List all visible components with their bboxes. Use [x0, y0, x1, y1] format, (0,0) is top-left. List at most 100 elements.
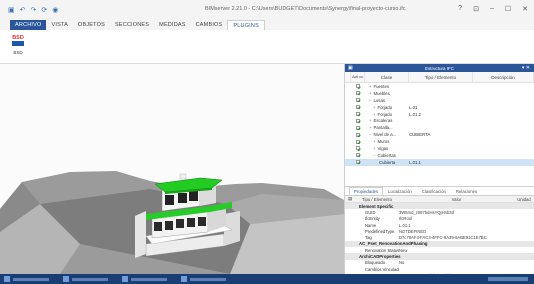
tree-row[interactable]: Cubierta L.01.1: [345, 158, 534, 166]
expand-toggle-icon[interactable]: +: [369, 118, 372, 123]
properties-tabs: Propiedades Localización Clasificación R…: [345, 187, 534, 196]
visibility-checkbox[interactable]: [351, 153, 365, 158]
tab-propiedades[interactable]: Propiedades: [349, 187, 384, 195]
expand-toggle-icon[interactable]: +: [373, 146, 376, 151]
site-wall-left: [135, 211, 146, 258]
expand-toggle-icon[interactable]: +: [369, 125, 372, 130]
property-name: Name: [365, 222, 377, 228]
visibility-checkbox[interactable]: [351, 105, 365, 110]
panel-menu-icon[interactable]: ▣: [348, 65, 353, 71]
visibility-checkbox[interactable]: [351, 146, 365, 151]
window-title: BIMserver 2.21.0 - C:\Users\BUDGET\Docum…: [205, 6, 406, 12]
minimize-button[interactable]: –: [490, 5, 494, 13]
expand-toggle-icon[interactable]: +: [373, 139, 376, 144]
tab-vista[interactable]: VISTA: [46, 20, 73, 30]
tree-row[interactable]: + Forjado L.01.2: [345, 111, 534, 118]
help-button[interactable]: ?: [458, 5, 462, 13]
tree-list[interactable]: + Fuentes + Muebles − Losas + Forjado L.01 + Forja…: [345, 83, 534, 187]
tab-clasificacion[interactable]: Clasificación: [417, 187, 451, 195]
panel-pin-icon[interactable]: ▾ ✕: [522, 65, 530, 71]
property-row[interactable]: Renovation Status New: [345, 247, 534, 253]
property-row[interactable]: GUID 3W5md_z087bdHsYQjHnb3d: [345, 209, 534, 215]
maximize-button[interactable]: ☐: [505, 5, 511, 13]
expand-toggle-icon[interactable]: −: [369, 98, 372, 103]
visibility-checkbox[interactable]: [351, 98, 365, 103]
column-header-descripcion[interactable]: Descripción: [473, 72, 534, 82]
visibility-checkbox[interactable]: [351, 160, 365, 165]
expand-toggle-icon[interactable]: +: [373, 112, 376, 117]
visibility-checkbox[interactable]: [351, 118, 365, 123]
property-row[interactable]: Bloqueado No: [345, 260, 534, 266]
tab-archivo[interactable]: ARCHIVO: [10, 20, 47, 30]
taskbar-item[interactable]: [181, 276, 226, 282]
expand-toggle-icon[interactable]: +: [373, 105, 376, 110]
taskbar-item[interactable]: [4, 276, 49, 282]
bsd-button[interactable]: BSD BSD: [8, 33, 28, 55]
tree-row[interactable]: + Muebles: [345, 90, 534, 97]
row-clase: + Forjado: [373, 111, 393, 117]
property-row[interactable]: IfcEntity IfcRoof: [345, 216, 534, 222]
tab-cambios[interactable]: CAMBIOS: [191, 20, 228, 30]
tree-row[interactable]: − Cubiertas: [345, 152, 534, 159]
taskbar-item[interactable]: [63, 276, 108, 282]
tree-row[interactable]: + Escaleras: [345, 117, 534, 124]
prop-header-tipo: Tipo / Elemento: [362, 196, 392, 202]
tab-localizacion[interactable]: Localización: [383, 187, 417, 195]
upper-window-2: [178, 193, 187, 203]
tab-secciones[interactable]: SECCIONES: [110, 20, 154, 30]
tree-row[interactable]: − Losas: [345, 97, 534, 104]
undo-icon[interactable]: ↶: [20, 6, 26, 14]
tree-row[interactable]: + Fuentes: [345, 83, 534, 90]
row-clase: + Forjado: [373, 104, 393, 110]
tree-row[interactable]: − Nivel de a... CUBIERTA: [345, 131, 534, 138]
expand-toggle-icon[interactable]: −: [369, 132, 372, 137]
row-clase: + Fuentes: [369, 83, 390, 89]
tab-objetos[interactable]: OBJETOS: [73, 20, 110, 30]
expand-toggle-icon[interactable]: +: [369, 84, 372, 89]
tab-relaciones[interactable]: Relaciones: [451, 187, 482, 195]
row-clase: − Losas: [369, 97, 385, 103]
property-value: L.01.1: [399, 222, 411, 228]
visibility-checkbox[interactable]: [351, 132, 365, 137]
row-tipo: CUBIERTA: [409, 132, 431, 138]
tab-medidas[interactable]: MEDIDAS: [154, 20, 190, 30]
property-row[interactable]: Tag D7c78AF4-FAC3-4FFC-9A39-6ABE91C1E7BC: [345, 234, 534, 240]
window-4: [187, 218, 195, 227]
property-name: IfcEntity: [365, 216, 380, 222]
visibility-checkbox[interactable]: [351, 125, 365, 130]
redo-icon[interactable]: ↷: [31, 6, 37, 14]
expand-toggle-icon[interactable]: −: [373, 153, 376, 158]
column-header-tipo[interactable]: Tipo / Elemento: [409, 72, 473, 82]
system-tray[interactable]: [488, 277, 528, 281]
tree-row[interactable]: + Vigas: [345, 145, 534, 152]
property-row[interactable]: Name L.01.1: [345, 222, 534, 228]
app-icon: [4, 276, 10, 282]
tab-plugins[interactable]: PLUGINS: [227, 20, 265, 30]
roof-chimney: [179, 173, 187, 180]
column-header-clase[interactable]: Clase: [365, 72, 409, 82]
taskbar: [0, 274, 534, 284]
prop-header-valor: Valor: [451, 196, 462, 202]
3d-viewport[interactable]: [0, 64, 344, 274]
help-icon[interactable]: ◉: [52, 6, 58, 14]
property-row[interactable]: PredefinedType NOTDEFINED: [345, 228, 534, 234]
save-icon[interactable]: ▣: [8, 6, 15, 14]
column-header-activo[interactable]: Acti vo: [351, 72, 365, 82]
visibility-checkbox[interactable]: [351, 91, 365, 96]
quick-access-toolbar: ▣ ↶ ↷ ⟳ ◉: [8, 6, 58, 14]
restore-ribbon-button[interactable]: ⊡: [473, 5, 479, 13]
visibility-checkbox[interactable]: [351, 84, 365, 89]
taskbar-item[interactable]: [122, 276, 167, 282]
tree-row[interactable]: + Pantalla...: [345, 124, 534, 131]
expand-toggle-icon[interactable]: +: [369, 91, 372, 96]
panel-header: ▣ Estructura IFC ▾ ✕: [345, 64, 534, 72]
properties-list[interactable]: Element Specific GUID 3W5md_z087bdHsYQjHnb…: [345, 203, 534, 279]
building-model[interactable]: [0, 64, 344, 274]
tree-row[interactable]: + Forjado L.01: [345, 104, 534, 111]
visibility-checkbox[interactable]: [351, 139, 365, 144]
tree-row[interactable]: + Muros: [345, 138, 534, 145]
refresh-icon[interactable]: ⟳: [41, 6, 47, 14]
close-button[interactable]: ✕: [522, 5, 528, 13]
row-tipo: L.01: [409, 104, 418, 110]
visibility-checkbox[interactable]: [351, 112, 365, 116]
